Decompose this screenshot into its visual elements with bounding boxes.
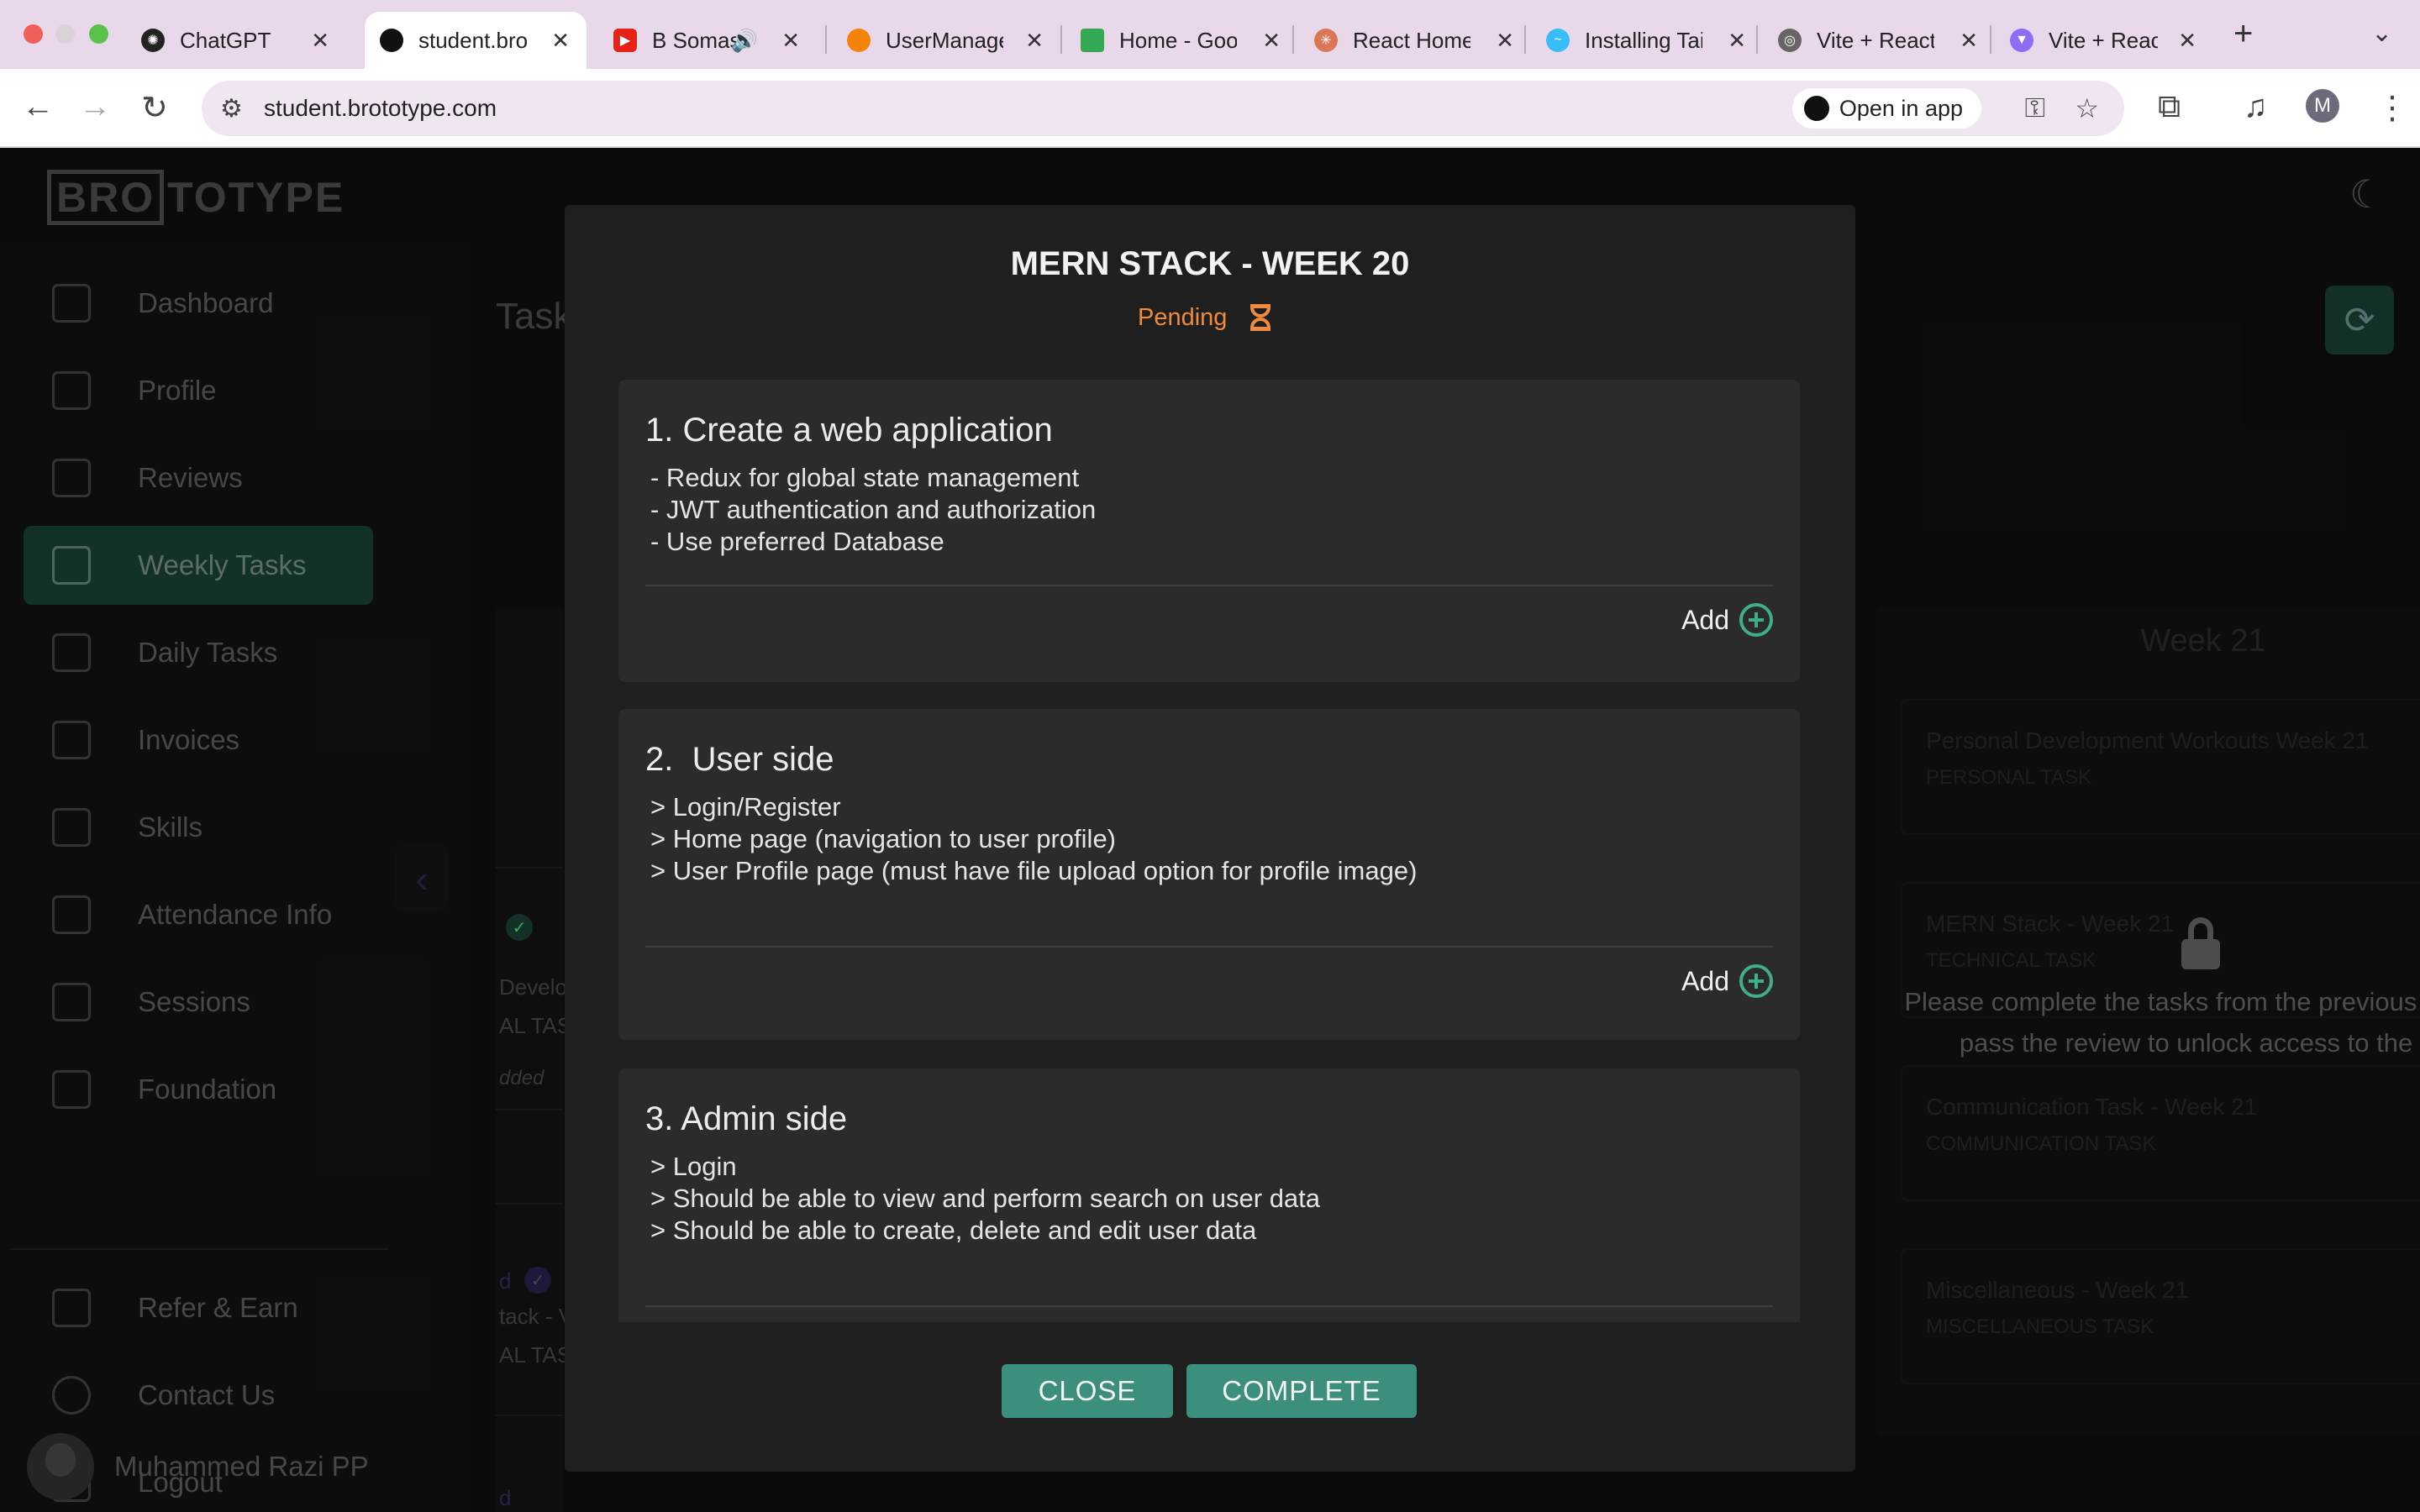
status-text: Pending [1138, 303, 1228, 331]
bookmark-star-icon[interactable]: ☆ [2075, 92, 2099, 124]
new-tab-button[interactable]: + [2233, 15, 2253, 53]
brototype-icon [1803, 96, 1829, 121]
open-in-app-label: Open in app [1839, 95, 1963, 121]
task-card: 1. Create a web application - Redux for … [618, 380, 1800, 682]
task-list-scroll[interactable]: 1. Create a web application - Redux for … [618, 380, 1800, 1322]
close-icon[interactable]: ✕ [1262, 28, 1281, 54]
address-bar[interactable]: ⚙ student.brototype.com Open in app ⚿ ☆ [202, 81, 2124, 136]
tab-title: Installing Tailwind [1585, 27, 1702, 53]
tab-title: React Home [1353, 27, 1470, 53]
tab-search-chevron-icon[interactable]: ⌄ [2371, 18, 2392, 48]
browser-toolbar: ← → ↻ ⚙ student.brototype.com Open in ap… [0, 69, 2420, 148]
tab-divider [1060, 25, 1062, 54]
tab-title: Home - Google Drive [1119, 27, 1237, 53]
complete-button[interactable]: COMPLETE [1186, 1364, 1417, 1418]
add-label: Add [1681, 965, 1729, 996]
divider [645, 585, 1773, 586]
browser-tab-strip: ✺ ChatGPT ✕ student.brototype.com ✕ ▶ B … [0, 0, 2420, 69]
status-badge: Pending [1138, 301, 1272, 334]
browser-tab[interactable]: ✳ React Home ✕ [1299, 12, 1531, 69]
url-text[interactable]: student.brototype.com [264, 95, 497, 122]
task-description: > Login/Register > Home page (navigation… [650, 792, 1418, 885]
window-zoom-button[interactable] [89, 24, 108, 44]
tailwind-icon: ~ [1546, 29, 1570, 52]
close-button[interactable]: CLOSE [1002, 1364, 1173, 1418]
close-icon[interactable]: ✕ [1960, 28, 1978, 54]
menu-dots-icon[interactable]: ⋮ [2376, 89, 2408, 127]
google-drive-icon [1081, 29, 1104, 52]
task-card: 2. User side > Login/Register > Home pag… [618, 709, 1800, 1040]
media-controls-icon[interactable]: ♫ [2244, 89, 2268, 125]
task-heading: 2. User side [645, 741, 834, 778]
password-key-icon[interactable]: ⚿ [2025, 92, 2045, 124]
browser-tab[interactable]: ▶ B Somasekhar 🔊 ✕ [598, 12, 817, 69]
add-button[interactable]: Add [1681, 603, 1773, 637]
back-arrow-icon[interactable]: ← [22, 89, 54, 125]
close-icon[interactable]: ✕ [781, 28, 800, 54]
browser-tab[interactable]: UserManagement ✕ [832, 12, 1060, 69]
profile-avatar[interactable]: M [2306, 89, 2339, 123]
close-icon[interactable]: ✕ [1496, 28, 1514, 54]
divider [645, 946, 1773, 948]
globe-icon: ◎ [1778, 29, 1802, 52]
tab-divider [825, 25, 827, 54]
browser-tab[interactable]: ◎ Vite + React ✕ [1763, 12, 1995, 69]
hourglass-icon [1249, 301, 1272, 334]
task-card: 3. Admin side > Login > Should be able t… [618, 1068, 1800, 1322]
tab-title: ChatGPT [180, 27, 271, 53]
task-description: > Login > Should be able to view and per… [650, 1152, 1321, 1245]
tab-title: B Somasekhar [652, 27, 736, 53]
modal-title: MERN STACK - WEEK 20 [1010, 245, 1410, 282]
browser-tab[interactable]: ~ Installing Tailwind ✕ [1531, 12, 1763, 69]
window-minimize-button[interactable] [55, 24, 75, 44]
react-icon: ✳ [1314, 29, 1338, 52]
browser-tab[interactable]: Home - Google Drive ✕ [1065, 12, 1297, 69]
forward-arrow-icon[interactable]: → [79, 89, 111, 125]
add-button[interactable]: Add [1681, 964, 1773, 998]
task-description: - Redux for global state management - JW… [650, 463, 1097, 556]
close-icon[interactable]: ✕ [1728, 28, 1746, 54]
vite-icon: ▼ [2010, 29, 2033, 52]
close-icon[interactable]: ✕ [551, 28, 570, 54]
youtube-icon: ▶ [613, 29, 637, 52]
open-in-app-button[interactable]: Open in app [1791, 88, 1981, 129]
tab-title: Vite + React [1817, 27, 1934, 53]
tab-divider [1524, 25, 1526, 54]
tab-divider [1292, 25, 1294, 54]
tab-title: UserManagement [886, 27, 1003, 53]
close-icon[interactable]: ✕ [311, 28, 329, 54]
firebase-icon [847, 29, 871, 52]
extensions-icon[interactable]: ⧉ [2158, 89, 2181, 125]
browser-tab-active[interactable]: student.brototype.com ✕ [365, 12, 587, 69]
brototype-icon [380, 29, 403, 52]
audio-icon[interactable]: 🔊 [731, 28, 758, 54]
add-label: Add [1681, 604, 1729, 635]
browser-tab[interactable]: ✺ ChatGPT ✕ [126, 12, 346, 69]
site-settings-icon[interactable]: ⚙ [220, 94, 243, 123]
chatgpt-icon: ✺ [141, 29, 165, 52]
divider [645, 1305, 1773, 1307]
task-heading: 1. Create a web application [645, 412, 1053, 449]
tab-title: Vite + React [2049, 27, 2158, 53]
add-circle-icon [1739, 603, 1773, 637]
add-circle-icon [1739, 964, 1773, 998]
task-details-modal: MERN STACK - WEEK 20 Pending 1. Create a… [565, 205, 1855, 1472]
close-icon[interactable]: ✕ [1025, 28, 1044, 54]
task-heading: 3. Admin side [645, 1100, 848, 1137]
tab-title: student.brototype.com [418, 27, 528, 53]
close-icon[interactable]: ✕ [2178, 28, 2196, 54]
window-close-button[interactable] [24, 24, 43, 44]
tab-divider [1756, 25, 1758, 54]
browser-tab[interactable]: ▼ Vite + React ✕ [1995, 12, 2213, 69]
reload-icon[interactable]: ↻ [141, 89, 168, 127]
tab-divider [1990, 25, 1991, 54]
